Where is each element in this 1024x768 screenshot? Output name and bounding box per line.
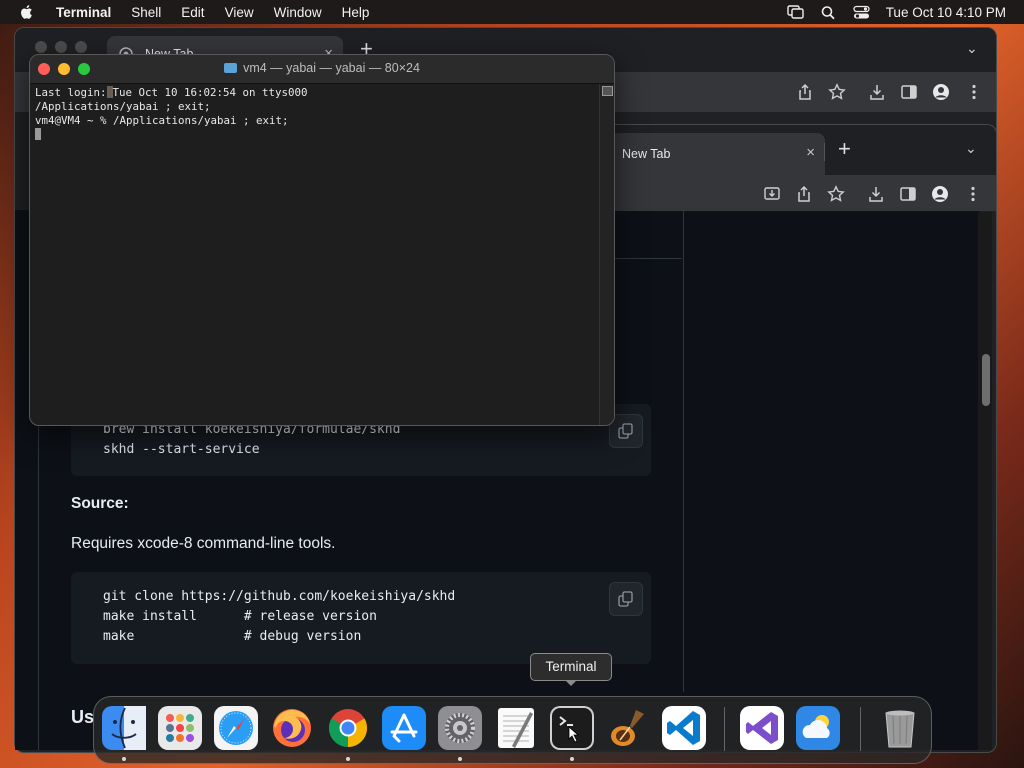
system-settings-running-dot — [458, 757, 462, 761]
copy-icon — [618, 423, 633, 439]
tab-search-chevron-icon-front[interactable]: ⌄ — [965, 140, 977, 157]
finder-icon[interactable] — [102, 706, 146, 750]
control-center-icon[interactable] — [853, 5, 870, 20]
apple-logo-icon[interactable] — [18, 3, 36, 21]
code-source-text[interactable]: git clone https://github.com/koekeishiya… — [103, 587, 455, 647]
dock — [93, 696, 932, 764]
tab-title-front: New Tab — [622, 147, 671, 161]
trash-icon[interactable] — [878, 706, 922, 750]
close-window-button[interactable] — [35, 41, 47, 53]
terminal-window[interactable]: vm4 — yabai — yabai — 80×24 Last login: T… — [29, 54, 615, 426]
copy-button-2[interactable] — [609, 582, 643, 616]
terminal-icon[interactable] — [550, 706, 594, 750]
weather-icon[interactable] — [796, 706, 840, 750]
source-text: Requires xcode-8 command-line tools. — [71, 535, 336, 552]
tab-close-icon-front[interactable]: × — [806, 144, 815, 161]
terminal-line-3: vm4@VM4 ~ % /Applications/yabai ; exit; — [35, 114, 289, 127]
terminal-title-bar[interactable]: vm4 — yabai — yabai — 80×24 — [30, 55, 614, 84]
profile-avatar-icon-front[interactable] — [931, 185, 949, 203]
chrome-running-dot — [346, 757, 350, 761]
terminal-cursor — [35, 128, 41, 140]
terminal-running-dot — [570, 757, 574, 761]
menu-help[interactable]: Help — [342, 5, 370, 20]
terminal-title-text: vm4 — yabai — yabai — 80×24 — [243, 61, 420, 75]
instruments-icon[interactable] — [606, 706, 650, 750]
page-scroll-thumb[interactable] — [982, 354, 990, 406]
screen-mirroring-icon[interactable] — [786, 4, 804, 20]
page-scrollbar[interactable] — [978, 212, 992, 750]
share-icon[interactable] — [796, 83, 814, 101]
safari-icon[interactable] — [214, 706, 258, 750]
textedit-icon[interactable] — [494, 706, 538, 750]
downloads-icon[interactable] — [868, 83, 886, 101]
chrome-menu-icon[interactable] — [965, 83, 983, 101]
copy-icon — [618, 591, 633, 607]
terminal-title: vm4 — yabai — yabai — 80×24 — [30, 61, 614, 75]
column-divider — [683, 210, 684, 692]
terminal-line-2: /Applications/yabai ; exit; — [35, 100, 211, 113]
chrome-menu-icon-front[interactable] — [964, 185, 982, 203]
terminal-line-1: Tue Oct 10 16:02:54 on ttys000 — [112, 86, 308, 99]
spotlight-search-icon[interactable] — [820, 5, 837, 20]
new-tab-button-front[interactable]: + — [838, 136, 851, 162]
menu-view[interactable]: View — [225, 5, 254, 20]
minimize-window-button[interactable] — [55, 41, 67, 53]
menu-edit[interactable]: Edit — [181, 5, 204, 20]
side-panel-icon-front[interactable] — [899, 185, 917, 203]
share-icon-front[interactable] — [795, 185, 813, 203]
menu-clock[interactable]: Tue Oct 10 4:10 PM — [886, 5, 1006, 20]
firefox-icon[interactable] — [270, 706, 314, 750]
tab-search-chevron-icon[interactable]: ⌄ — [966, 40, 978, 57]
vscode-icon[interactable] — [662, 706, 706, 750]
bookmark-star-icon-front[interactable] — [827, 185, 845, 203]
dock-separator-2 — [860, 707, 861, 751]
launchpad-icon[interactable] — [158, 706, 202, 750]
visual-studio-icon[interactable] — [740, 706, 784, 750]
terminal-output[interactable]: Last login: Tue Oct 10 16:02:54 on ttys00… — [35, 86, 598, 142]
menu-app-name[interactable]: Terminal — [56, 5, 111, 20]
downloads-icon-front[interactable] — [867, 185, 885, 203]
tab-strip-front: New Tab × + ⌄ — [596, 125, 996, 175]
tab-new-tab-front[interactable]: New Tab × — [610, 133, 825, 175]
profile-avatar-icon[interactable] — [932, 83, 950, 101]
tab-separator — [824, 143, 825, 161]
chrome-icon[interactable] — [326, 706, 370, 750]
side-panel-icon[interactable] — [900, 83, 918, 101]
terminal-line-1-prefix: Last login: — [35, 86, 107, 99]
usage-heading-partial: Us — [71, 707, 95, 727]
menu-window[interactable]: Window — [274, 5, 322, 20]
zoom-window-button[interactable] — [75, 41, 87, 53]
app-store-icon[interactable] — [382, 706, 426, 750]
folder-icon — [224, 63, 238, 73]
chrome-window-front: New Tab × + ⌄ — [595, 124, 997, 211]
terminal-marks-icon — [602, 86, 613, 96]
code-install-text[interactable]: brew install koekeishiya/formulae/skhd s… — [103, 420, 400, 460]
code-block-source: git clone https://github.com/koekeishiya… — [71, 572, 651, 664]
toolbar-front — [596, 175, 996, 211]
system-settings-icon[interactable] — [438, 706, 482, 750]
dock-tooltip: Terminal — [530, 653, 612, 686]
dock-separator — [724, 707, 725, 751]
source-heading: Source: — [71, 495, 129, 512]
install-app-icon[interactable] — [763, 185, 781, 203]
terminal-scrollbar[interactable] — [599, 84, 614, 425]
menu-shell[interactable]: Shell — [131, 5, 161, 20]
finder-running-dot — [122, 757, 126, 761]
bookmark-star-icon[interactable] — [828, 83, 846, 101]
menu-bar: Terminal Shell Edit View Window Help Tue… — [0, 0, 1024, 24]
